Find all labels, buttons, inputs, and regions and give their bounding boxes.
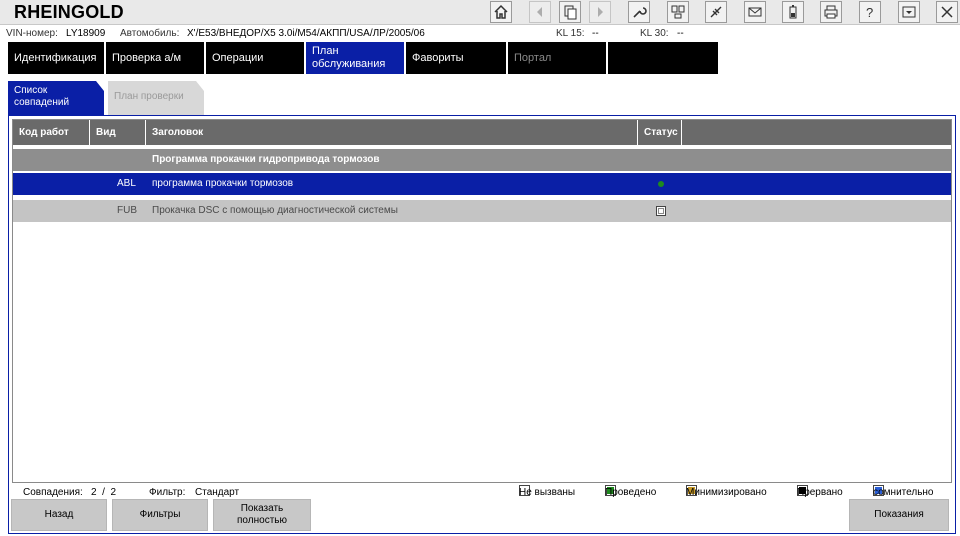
subtab-check-plan[interactable]: План проверки: [108, 81, 204, 115]
table-row[interactable]: ABL программа прокачки тормозов: [13, 173, 951, 195]
row-title: программа прокачки тормозов: [152, 178, 294, 189]
filter-label: Фильтр:: [149, 487, 186, 498]
readings-button[interactable]: Показания: [849, 499, 949, 531]
legend-label: Прервано: [797, 487, 843, 498]
back-button[interactable]: Назад: [11, 499, 107, 531]
group-title: Программа прокачки гидропривода тормозов: [152, 154, 380, 165]
status-not-called-icon: [656, 206, 666, 216]
table-header: Код работ Вид Заголовок Статус: [13, 120, 951, 145]
back-nav-button[interactable]: [529, 1, 551, 23]
group-row[interactable]: Программа прокачки гидропривода тормозов: [13, 149, 951, 171]
print-button[interactable]: [820, 1, 842, 23]
legend-label: Проведено: [605, 487, 657, 498]
copy-icon: [564, 5, 577, 20]
tab-identification[interactable]: Идентификация: [8, 42, 106, 74]
legend-minimized: Минимизировано: [686, 485, 767, 498]
title-bar: RHEINGOLD ?: [0, 0, 960, 25]
tab-service-plan[interactable]: План обслуживания: [306, 42, 406, 74]
col-header-title[interactable]: Заголовок: [146, 120, 638, 145]
connection-icon: [710, 6, 722, 18]
content-panel: Код работ Вид Заголовок Статус Программа…: [8, 115, 956, 534]
compare-icon: [671, 5, 685, 19]
back-icon: [537, 7, 542, 17]
minimize-icon: [902, 6, 916, 18]
col-header-type[interactable]: Вид: [90, 120, 146, 145]
show-all-button[interactable]: Показать полностью: [213, 499, 311, 531]
matches-value: 2 / 2: [91, 487, 117, 498]
vehicle-info-bar: VIN-номер: LY18909 Автомобиль: X'/E53/ВН…: [0, 26, 960, 42]
legend-label: Не вызваны: [519, 487, 576, 498]
car-value: X'/E53/ВНЕДОР/X5 3.0i/M54/АКПП/USA/ЛР/20…: [187, 28, 425, 39]
tab-empty: [608, 42, 718, 74]
battery-button[interactable]: [782, 1, 804, 23]
row-title: Прокачка DSC с помощью диагностической с…: [152, 205, 398, 216]
vin-label: VIN-номер:: [6, 28, 58, 39]
help-button[interactable]: ?: [859, 1, 881, 23]
tab-vehicle-check[interactable]: Проверка а/м: [106, 42, 206, 74]
legend-aborted: Прервано: [797, 485, 843, 498]
main-nav: Идентификация Проверка а/м Операции План…: [8, 42, 718, 74]
table-row[interactable]: FUB Прокачка DSC с помощью диагностическ…: [13, 200, 951, 222]
mail-icon: [748, 7, 762, 17]
legend-label: Минимизировано: [686, 487, 767, 498]
car-label: Автомобиль:: [120, 28, 180, 39]
filter-value: Стандарт: [195, 487, 240, 498]
tab-operations[interactable]: Операции: [206, 42, 306, 74]
work-list: Код работ Вид Заголовок Статус Программа…: [12, 119, 952, 483]
minimize-button[interactable]: [898, 1, 920, 23]
filters-button[interactable]: Фильтры: [112, 499, 208, 531]
vin-value: LY18909: [66, 28, 106, 39]
footer-stats: Совпадения: 2 / 2 Фильтр: Стандарт Не вы…: [9, 485, 955, 499]
legend-not-called: Не вызваны: [519, 485, 575, 498]
copy-button[interactable]: [559, 1, 581, 23]
legend-doubtful: сомнительно: [873, 485, 933, 498]
print-icon: [824, 5, 838, 19]
kl15-label: KL 15:: [556, 28, 585, 39]
matches-label: Совпадения:: [23, 487, 83, 498]
forward-icon: [598, 7, 603, 17]
close-button[interactable]: [936, 1, 958, 23]
tab-favorites[interactable]: Фавориты: [406, 42, 508, 74]
home-icon: [494, 4, 508, 19]
mail-button[interactable]: [744, 1, 766, 23]
service-button[interactable]: [628, 1, 650, 23]
app-title: RHEINGOLD: [14, 2, 124, 22]
status-done-icon: [656, 179, 666, 189]
kl30-value: --: [677, 28, 684, 39]
home-button[interactable]: [490, 1, 512, 23]
battery-icon: [789, 5, 797, 19]
legend-label: сомнительно: [873, 487, 934, 498]
close-icon: [941, 6, 953, 18]
wrench-icon: [633, 7, 647, 18]
col-header-empty: [682, 120, 951, 145]
legend-done: Проведено: [605, 485, 656, 498]
kl30-label: KL 30:: [640, 28, 669, 39]
col-header-status[interactable]: Статус: [638, 120, 682, 145]
subtab-match-list[interactable]: Список совпадений: [8, 81, 104, 115]
svg-text:?: ?: [866, 5, 873, 20]
col-header-code[interactable]: Код работ: [13, 120, 90, 145]
forward-nav-button[interactable]: [589, 1, 611, 23]
tab-portal[interactable]: Портал: [508, 42, 608, 74]
connection-button[interactable]: [705, 1, 727, 23]
help-icon: ?: [866, 5, 873, 20]
kl15-value: --: [592, 28, 599, 39]
row-type: FUB: [117, 205, 137, 216]
row-type: ABL: [117, 178, 136, 189]
compare-button[interactable]: [667, 1, 689, 23]
